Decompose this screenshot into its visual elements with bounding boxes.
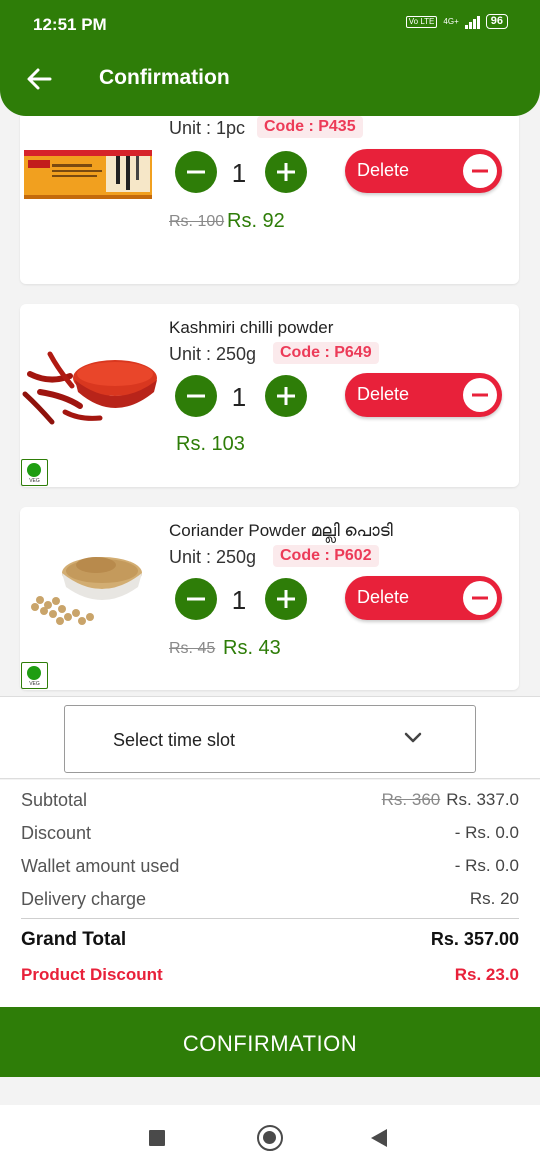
- quantity-value: 1: [231, 382, 247, 412]
- delivery-row: Delivery charge Rs. 20: [21, 889, 519, 915]
- time-slot-label: Select time slot: [113, 730, 236, 750]
- product-list[interactable]: Unit : 1pc Code : P435 1 Delete Rs. 100 …: [0, 116, 540, 696]
- veg-icon: VEG: [21, 662, 48, 689]
- grand-total-label: Grand Total: [21, 929, 127, 950]
- subtotal-value: Rs. 360 Rs. 337.0: [382, 790, 519, 810]
- delete-label: Delete: [357, 160, 410, 180]
- volte-icon: Vo LTE: [405, 15, 438, 28]
- remove-circle-icon: [463, 154, 497, 188]
- minus-icon: [187, 597, 205, 601]
- product-name: Kashmiri chilli powder: [169, 318, 334, 337]
- grand-total-value: Rs. 357.00: [430, 929, 519, 949]
- minus-icon: [187, 394, 205, 398]
- chevron-down-icon: [404, 732, 422, 743]
- battery-icon: 96: [485, 14, 508, 29]
- back-triangle-icon[interactable]: [371, 1129, 387, 1147]
- delete-button[interactable]: Delete: [345, 576, 502, 620]
- product-code: Code : P602: [273, 545, 379, 567]
- decrease-quantity-button[interactable]: [175, 578, 217, 620]
- price-new: Rs. 103: [176, 433, 245, 455]
- remove-circle-icon: [463, 378, 497, 412]
- app-header: 12:51 PM Vo LTE 4G+ 96 Confirmation: [0, 0, 540, 116]
- discount-value: - Rs. 0.0: [454, 823, 519, 842]
- delete-button[interactable]: Delete: [345, 149, 502, 193]
- increase-quantity-button[interactable]: [265, 375, 307, 417]
- plus-icon: [277, 387, 295, 405]
- home-icon[interactable]: [257, 1125, 283, 1151]
- delete-button[interactable]: Delete: [345, 373, 502, 417]
- confirmation-label: CONFIRMATION: [182, 1031, 358, 1056]
- veg-icon: VEG: [21, 459, 48, 486]
- chilli-powder-image: [22, 351, 157, 425]
- time-slot-section: Select time slot: [0, 696, 540, 779]
- product-code: Code : P435: [257, 116, 363, 138]
- summary-divider: [21, 918, 519, 919]
- confirmation-button[interactable]: CONFIRMATION: [0, 1007, 540, 1077]
- status-time: 12:51 PM: [33, 15, 107, 34]
- system-nav-bar: [0, 1105, 540, 1170]
- delete-label: Delete: [357, 384, 410, 404]
- delivery-label: Delivery charge: [21, 889, 147, 909]
- product-name: Coriander Powder മല്ലി പൊടി: [169, 521, 393, 540]
- wallet-value: - Rs. 0.0: [454, 856, 519, 875]
- grand-total-row: Grand Total Rs. 357.00: [21, 929, 519, 955]
- coriander-powder-image: [31, 557, 142, 625]
- decrease-quantity-button[interactable]: [175, 151, 217, 193]
- plus-icon: [277, 590, 295, 608]
- product-discount-label: Product Discount: [21, 965, 163, 984]
- product-unit: Unit : 250g: [169, 547, 257, 567]
- quantity-value: 1: [231, 585, 247, 615]
- veg-label: VEG: [29, 478, 40, 484]
- discount-row: Discount - Rs. 0.0: [21, 823, 519, 849]
- wallet-label: Wallet amount used: [21, 856, 180, 876]
- product-unit: Unit : 1pc: [169, 118, 246, 138]
- delivery-value: Rs. 20: [469, 889, 519, 908]
- increase-quantity-button[interactable]: [265, 151, 307, 193]
- signal-icon: [464, 15, 480, 29]
- price-old: Rs. 100: [169, 213, 225, 230]
- minus-icon: [187, 170, 205, 174]
- remove-circle-icon: [463, 581, 497, 615]
- wallet-row: Wallet amount used - Rs. 0.0: [21, 856, 519, 882]
- delete-label: Delete: [357, 587, 410, 607]
- price-old: Rs. 45: [169, 640, 216, 657]
- discount-label: Discount: [21, 823, 92, 843]
- increase-quantity-button[interactable]: [265, 578, 307, 620]
- subtotal-old: Rs. 360: [381, 790, 441, 809]
- quantity-value: 1: [231, 158, 247, 188]
- product-card: Unit : 1pc Code : P435 1 Delete Rs. 100 …: [20, 116, 519, 284]
- scholar-box-image: [24, 150, 152, 199]
- status-icons: Vo LTE 4G+ 96: [405, 14, 508, 29]
- subtotal-new: Rs. 337.0: [446, 790, 519, 809]
- bottom-spacer: [0, 1077, 540, 1105]
- order-summary: Subtotal Rs. 360 Rs. 337.0 Discount - Rs.…: [0, 780, 540, 1007]
- recents-icon[interactable]: [149, 1130, 165, 1146]
- product-unit: Unit : 250g: [169, 344, 257, 364]
- arrow-left-icon[interactable]: [22, 62, 56, 96]
- network-type: 4G+: [443, 17, 459, 26]
- product-discount-row: Product Discount Rs. 23.0: [21, 965, 519, 991]
- page-title: Confirmation: [99, 66, 230, 89]
- subtotal-label: Subtotal: [21, 790, 88, 810]
- price-new: Rs. 43: [223, 637, 281, 659]
- veg-label: VEG: [29, 681, 40, 687]
- price-new: Rs. 92: [227, 210, 285, 232]
- plus-icon: [277, 163, 295, 181]
- product-card: Kashmiri chilli powder Unit : 250g Code …: [20, 304, 519, 487]
- status-bar: 12:51 PM Vo LTE 4G+ 96: [0, 0, 540, 48]
- product-card: Coriander Powder മല്ലി പൊടി Unit : 250g …: [20, 507, 519, 690]
- decrease-quantity-button[interactable]: [175, 375, 217, 417]
- product-code: Code : P649: [273, 342, 379, 364]
- product-discount-value: Rs. 23.0: [454, 965, 519, 984]
- subtotal-row: Subtotal Rs. 360 Rs. 337.0: [21, 790, 519, 816]
- time-slot-dropdown[interactable]: Select time slot: [64, 705, 476, 773]
